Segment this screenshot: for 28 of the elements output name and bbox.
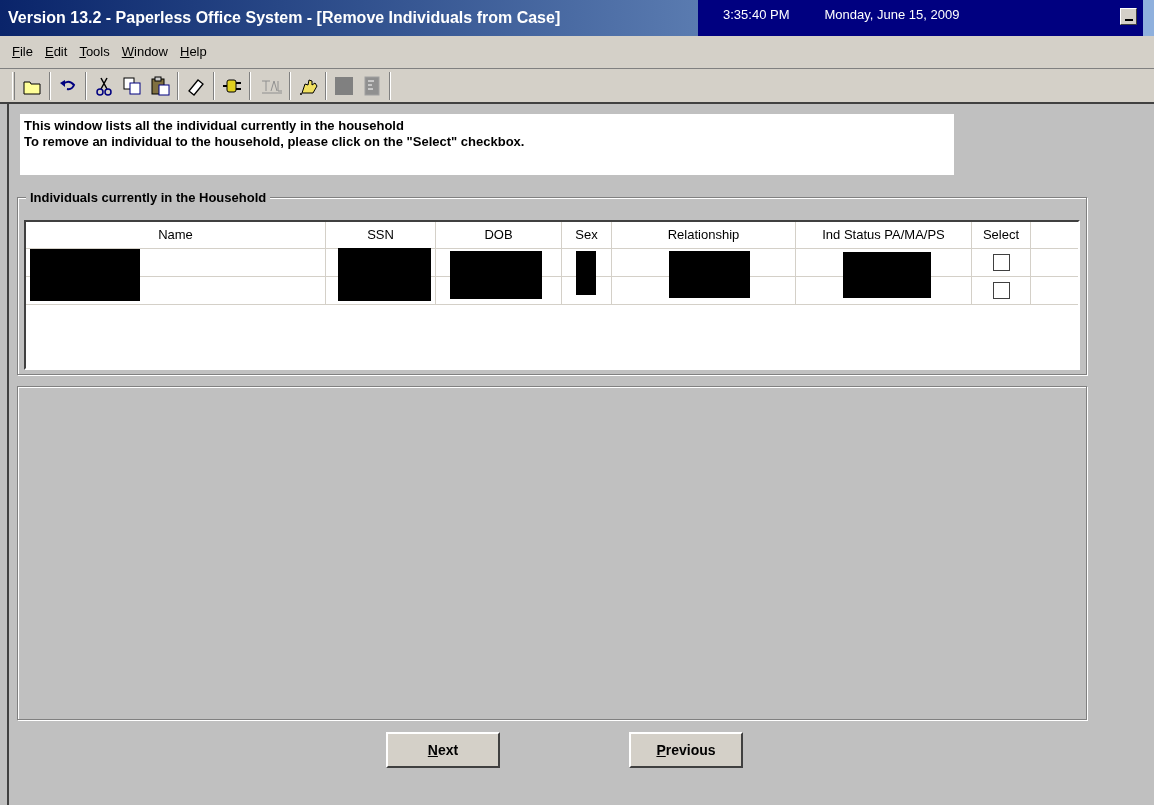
column-header: Name	[26, 222, 326, 248]
previous-button[interactable]: Previous	[629, 732, 743, 768]
column-header: DOB	[436, 222, 562, 248]
menu-item[interactable]: Tools	[79, 42, 110, 62]
instruction-text: To remove an individual to the household, please click on the "Select" checkbox.	[24, 134, 526, 150]
column-header: Relationship	[612, 222, 796, 248]
minimize-button[interactable]	[1120, 8, 1137, 25]
paste-icon[interactable]	[149, 74, 171, 97]
menu-item[interactable]: Help	[180, 42, 207, 62]
toolbar-grip[interactable]	[12, 71, 15, 100]
column-header: Ind Status PA/MA/PS	[796, 222, 972, 248]
column-header: Select	[972, 222, 1031, 248]
column-header: Sex	[562, 222, 612, 248]
next-button[interactable]: Next	[386, 732, 500, 768]
copy-icon[interactable]	[121, 74, 143, 97]
select-checkbox[interactable]	[992, 282, 1010, 299]
redaction	[576, 251, 596, 295]
window-title: Version 13.2 - Paperless Office System - [Remove Individuals from Case]	[8, 8, 561, 28]
window-edge	[1143, 0, 1154, 36]
date-text: Monday, June 15, 2009	[824, 6, 960, 24]
select-checkbox[interactable]	[992, 254, 1010, 271]
clock-time: 3:35:40 PM	[723, 6, 790, 24]
instruction-text: This window lists all the individual currently in the household	[24, 118, 405, 134]
minimize-icon	[1124, 19, 1133, 21]
square-icon[interactable]	[333, 74, 355, 97]
menu-item[interactable]: Edit	[44, 42, 68, 62]
menu-item[interactable]: Window	[121, 42, 168, 62]
menu-item[interactable]: File	[12, 42, 33, 62]
